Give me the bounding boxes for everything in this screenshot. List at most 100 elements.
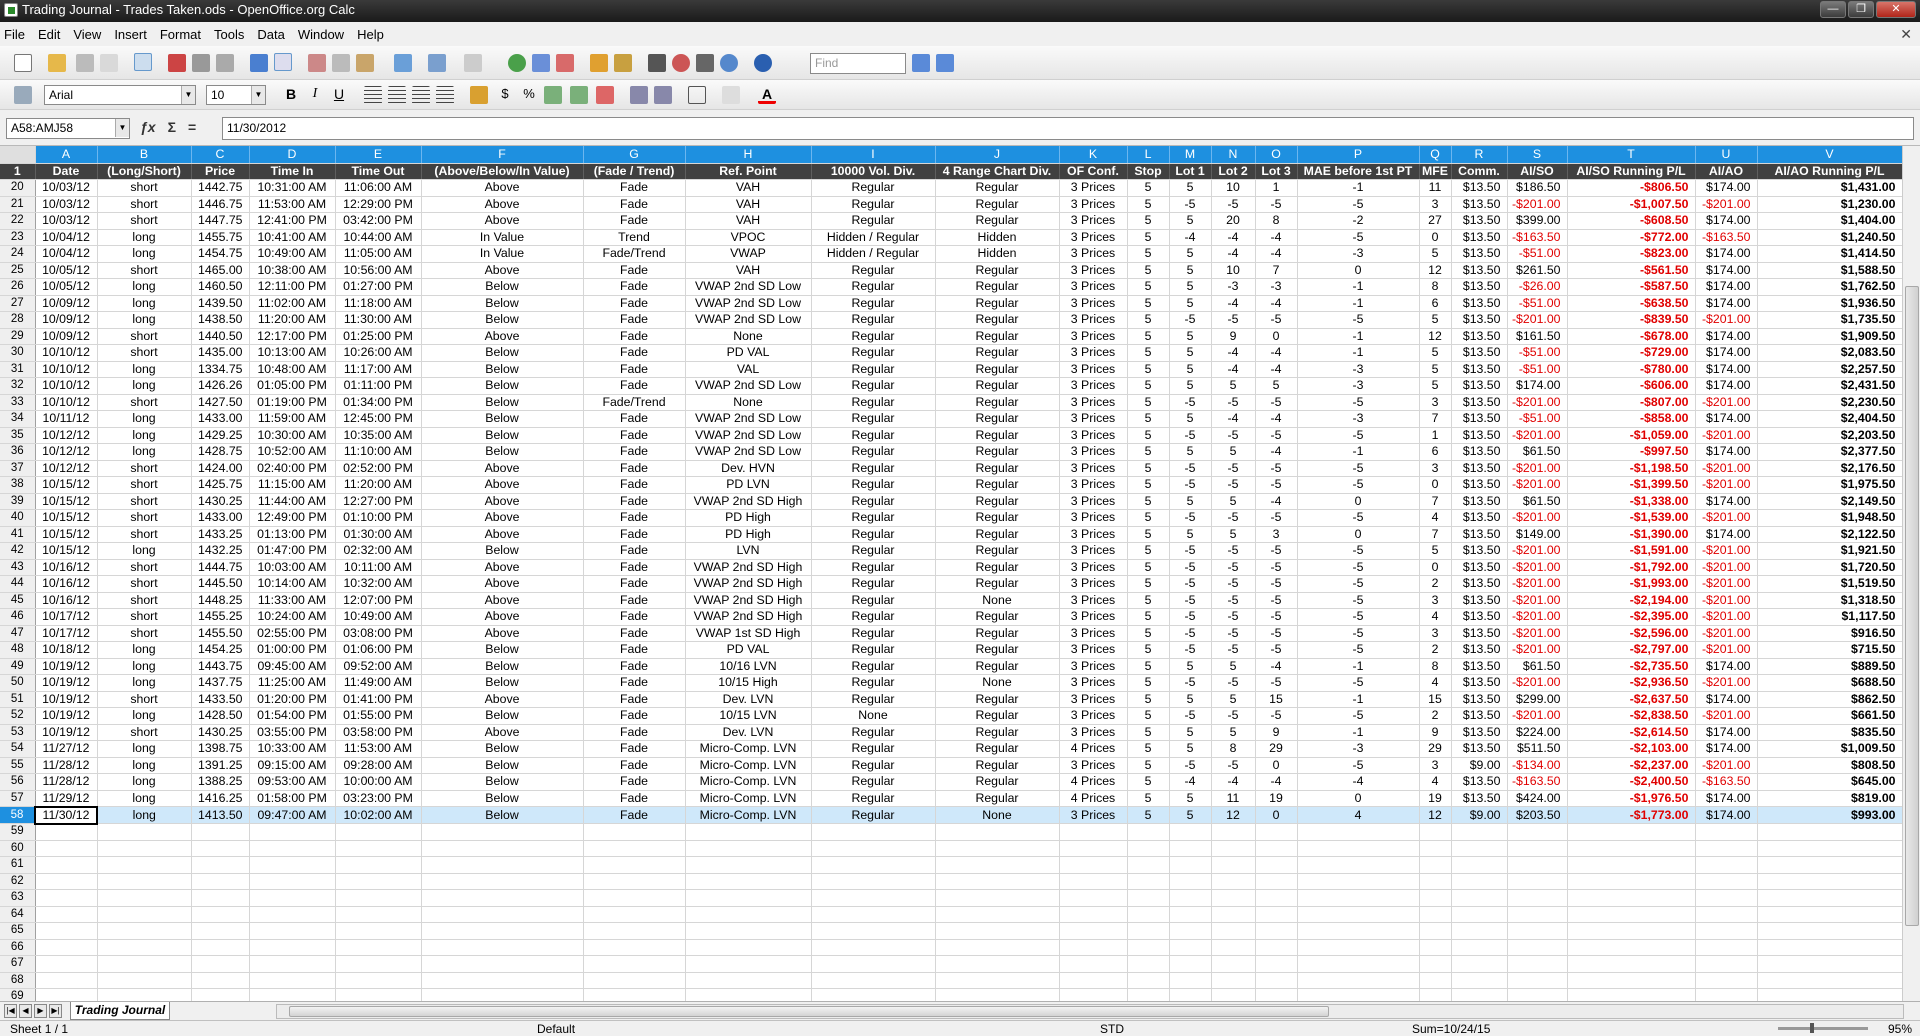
empty-cell[interactable] [191, 988, 250, 1001]
empty-cell[interactable] [1567, 889, 1696, 907]
table-cell[interactable]: 10/10/12 [35, 344, 98, 362]
prev-sheet-icon[interactable]: ◀ [19, 1004, 32, 1018]
table-cell[interactable]: 3 Prices [1059, 377, 1128, 395]
table-cell[interactable]: -1 [1297, 278, 1420, 296]
redo-icon[interactable] [464, 54, 482, 72]
table-cell[interactable]: 01:20:00 PM [249, 691, 336, 708]
select-all-corner[interactable] [0, 146, 36, 164]
empty-cell[interactable] [1127, 955, 1170, 973]
table-cell[interactable]: Fade [583, 707, 686, 725]
table-cell[interactable]: 11:18:00 AM [335, 295, 422, 312]
table-cell[interactable]: -5 [1297, 229, 1420, 246]
table-cell[interactable]: $13.50 [1451, 196, 1508, 213]
table-cell[interactable]: Regular [811, 278, 936, 296]
menu-format[interactable]: Format [160, 27, 201, 42]
table-cell[interactable]: 10/19/12 [35, 674, 98, 692]
column-header-a[interactable]: A [35, 146, 98, 164]
table-cell[interactable]: Fade [583, 443, 686, 461]
empty-cell[interactable] [1211, 873, 1256, 890]
table-cell[interactable]: $203.50 [1507, 806, 1568, 824]
table-cell[interactable]: Regular [935, 542, 1060, 560]
table-cell[interactable]: -$561.50 [1567, 262, 1696, 279]
font-size-box[interactable]: 10 ▼ [206, 85, 266, 105]
table-cell[interactable]: -5 [1211, 476, 1256, 494]
empty-cell[interactable] [1695, 988, 1758, 1001]
table-cell[interactable]: $2,203.50 [1757, 427, 1902, 444]
table-cell[interactable]: 1334.75 [191, 361, 250, 378]
row-header[interactable]: 68 [0, 972, 36, 989]
empty-cell[interactable] [1419, 889, 1452, 907]
table-cell[interactable]: Regular [811, 361, 936, 378]
table-cell[interactable]: $174.00 [1695, 377, 1758, 395]
table-cell[interactable]: 10/05/12 [35, 262, 98, 279]
row-header[interactable]: 37 [0, 460, 36, 477]
table-cell[interactable]: 5 [1169, 493, 1212, 510]
table-cell[interactable]: 3 Prices [1059, 757, 1128, 774]
table-cell[interactable]: 09:15:00 AM [249, 757, 336, 774]
table-cell[interactable]: Below [421, 740, 584, 758]
table-cell[interactable]: 3 Prices [1059, 262, 1128, 279]
table-cell[interactable]: 11:44:00 AM [249, 493, 336, 510]
empty-cell[interactable] [935, 955, 1060, 973]
table-cell[interactable]: Fade [583, 344, 686, 362]
table-cell[interactable]: long [97, 427, 192, 444]
column-header-s[interactable]: S [1507, 146, 1568, 164]
table-cell[interactable]: 10:13:00 AM [249, 344, 336, 362]
table-cell[interactable]: short [97, 493, 192, 510]
empty-cell[interactable] [1567, 823, 1696, 841]
table-cell[interactable]: $13.50 [1451, 410, 1508, 428]
last-sheet-icon[interactable]: ▶| [49, 1004, 62, 1018]
empty-cell[interactable] [1451, 922, 1508, 940]
empty-cell[interactable] [685, 840, 812, 857]
table-cell[interactable]: -5 [1211, 509, 1256, 527]
font-color-icon[interactable]: A [758, 86, 776, 104]
table-cell[interactable]: -4 [1255, 773, 1298, 791]
table-cell[interactable]: 5 [1211, 658, 1256, 675]
empty-cell[interactable] [249, 873, 336, 890]
borders-icon[interactable] [688, 86, 706, 104]
table-cell[interactable]: -3 [1297, 377, 1420, 395]
table-cell[interactable]: short [97, 625, 192, 642]
table-cell[interactable]: 3 Prices [1059, 311, 1128, 329]
column-header-i[interactable]: I [811, 146, 936, 164]
table-cell[interactable]: -1 [1297, 658, 1420, 675]
table-cell[interactable]: 1454.25 [191, 641, 250, 659]
table-cell[interactable]: -5 [1255, 674, 1298, 692]
empty-cell[interactable] [1451, 840, 1508, 857]
table-cell[interactable]: 1448.25 [191, 592, 250, 609]
table-cell[interactable]: $13.50 [1451, 641, 1508, 659]
table-cell[interactable]: 9 [1419, 724, 1452, 741]
table-cell[interactable]: $174.00 [1695, 790, 1758, 807]
table-cell[interactable]: $688.50 [1757, 674, 1902, 692]
table-cell[interactable]: Fade [583, 460, 686, 477]
empty-cell[interactable] [685, 972, 812, 989]
table-cell[interactable]: Fade [583, 592, 686, 609]
empty-cell[interactable] [97, 873, 192, 890]
vertical-scrollbar[interactable] [1902, 146, 1920, 1001]
row-header[interactable]: 65 [0, 922, 36, 940]
decrease-indent-icon[interactable] [630, 86, 648, 104]
row-header[interactable]: 54 [0, 740, 36, 758]
table-cell[interactable]: 5 [1169, 328, 1212, 345]
table-cell[interactable]: -4 [1255, 493, 1298, 510]
empty-cell[interactable] [1297, 840, 1420, 857]
table-cell[interactable]: -5 [1211, 427, 1256, 444]
table-cell[interactable]: Dev. LVN [685, 691, 812, 708]
table-cell[interactable]: $174.00 [1507, 377, 1568, 395]
table-cell[interactable]: 5 [1127, 724, 1170, 741]
table-cell[interactable]: 12:41:00 PM [249, 212, 336, 230]
empty-cell[interactable] [685, 823, 812, 841]
table-cell[interactable]: -$606.00 [1567, 377, 1696, 395]
empty-cell[interactable] [97, 840, 192, 857]
table-cell[interactable]: 01:41:00 PM [335, 691, 422, 708]
table-cell[interactable]: 10/09/12 [35, 311, 98, 329]
table-cell[interactable]: -$780.00 [1567, 361, 1696, 378]
table-cell[interactable]: $13.50 [1451, 707, 1508, 725]
menu-edit[interactable]: Edit [38, 27, 60, 42]
table-cell[interactable]: 12 [1419, 262, 1452, 279]
table-cell[interactable]: 5 [1169, 245, 1212, 263]
row-header[interactable]: 40 [0, 509, 36, 527]
table-cell[interactable]: -$201.00 [1695, 674, 1758, 692]
underline-icon[interactable]: U [330, 86, 348, 104]
table-cell[interactable]: Regular [935, 790, 1060, 807]
